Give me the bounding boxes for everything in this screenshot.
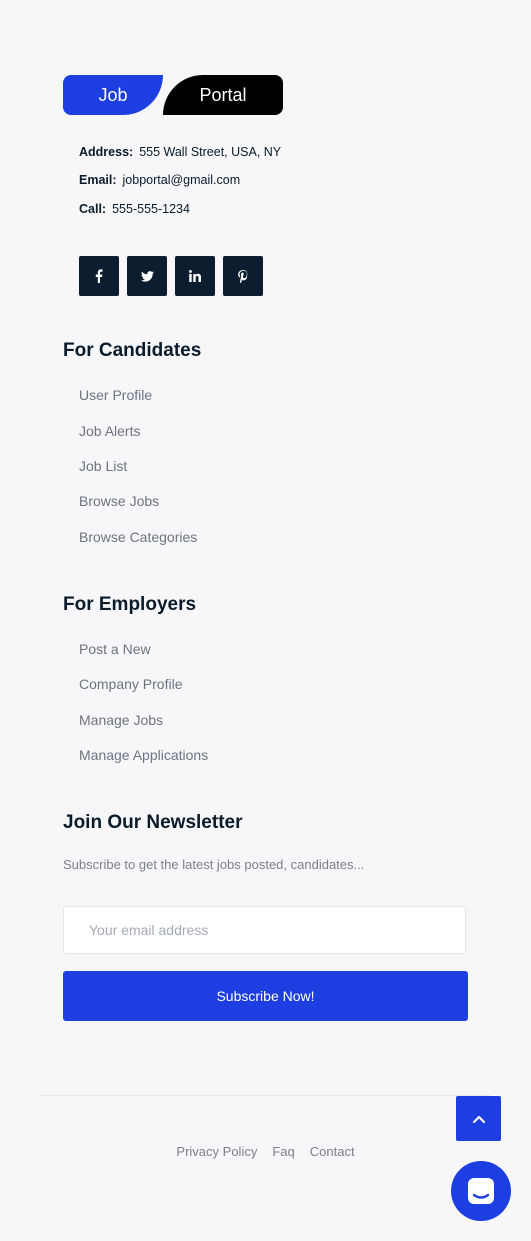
footer-link-company-profile[interactable]: Company Profile [79, 676, 183, 692]
subscribe-button[interactable]: Subscribe Now! [63, 971, 468, 1021]
chat-icon [468, 1178, 494, 1204]
email-value[interactable]: jobportal@gmail.com [123, 173, 241, 187]
footer-link-user-profile[interactable]: User Profile [79, 387, 152, 403]
privacy-policy-link[interactable]: Privacy Policy [176, 1144, 257, 1159]
contact-email: Email: jobportal@gmail.com [79, 173, 240, 187]
candidates-heading: For Candidates [63, 340, 202, 361]
newsletter-subtitle: Subscribe to get the latest jobs posted,… [63, 857, 365, 872]
newsletter-email-input[interactable] [63, 906, 466, 954]
call-label: Call: [79, 202, 107, 216]
employers-heading: For Employers [63, 594, 197, 615]
contact-call: Call: 555-555-1234 [79, 202, 190, 216]
site-logo[interactable]: Job Portal [63, 75, 283, 115]
footer-link-manage-applications[interactable]: Manage Applications [79, 747, 208, 763]
social-links [79, 256, 263, 296]
chevron-up-icon [472, 1115, 485, 1123]
twitter-icon[interactable] [127, 256, 167, 296]
newsletter-heading: Join Our Newsletter [63, 812, 243, 833]
faq-link[interactable]: Faq [272, 1144, 294, 1159]
chat-launcher-button[interactable] [451, 1161, 511, 1221]
footer-link-job-alerts[interactable]: Job Alerts [79, 423, 140, 439]
linkedin-icon[interactable] [175, 256, 215, 296]
footer-divider [40, 1095, 491, 1096]
logo-job-part: Job [63, 75, 163, 115]
contact-link[interactable]: Contact [310, 1144, 355, 1159]
address-label: Address: [79, 145, 134, 159]
logo-portal-part: Portal [163, 75, 283, 115]
contact-address: Address: 555 Wall Street, USA, NY [79, 145, 281, 159]
pinterest-icon[interactable] [223, 256, 263, 296]
email-label: Email: [79, 173, 117, 187]
call-value[interactable]: 555-555-1234 [112, 202, 190, 216]
address-value: 555 Wall Street, USA, NY [139, 145, 282, 159]
footer-link-job-list[interactable]: Job List [79, 458, 127, 474]
footer-link-browse-categories[interactable]: Browse Categories [79, 529, 197, 545]
facebook-icon[interactable] [79, 256, 119, 296]
scroll-to-top-button[interactable] [456, 1096, 501, 1141]
footer-link-browse-jobs[interactable]: Browse Jobs [79, 493, 159, 509]
footer-link-manage-jobs[interactable]: Manage Jobs [79, 712, 163, 728]
footer-link-post-a-new[interactable]: Post a New [79, 641, 151, 657]
footer-bottom-links: Privacy Policy Faq Contact [0, 1144, 531, 1159]
